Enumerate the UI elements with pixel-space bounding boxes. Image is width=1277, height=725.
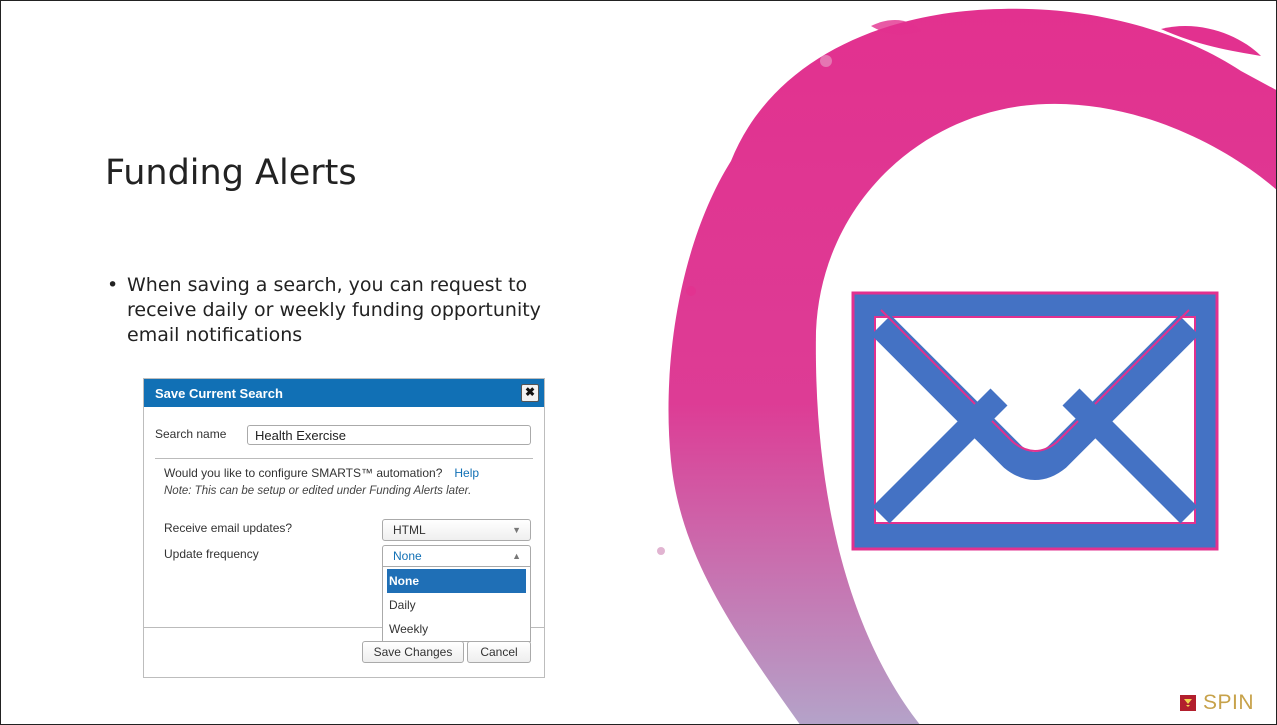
spin-logo: SPIN <box>1180 691 1254 715</box>
bullet-text: When saving a search, you can request to… <box>127 274 541 346</box>
help-link[interactable]: Help <box>454 466 479 480</box>
smarts-question: Would you like to configure SMARTS™ auto… <box>164 466 479 480</box>
email-updates-select[interactable]: HTML ▼ <box>382 519 531 541</box>
dialog-title: Save Current Search <box>155 385 283 401</box>
update-frequency-value: None <box>393 549 422 563</box>
chevron-up-icon: ▲ <box>512 551 521 561</box>
divider <box>155 458 533 459</box>
email-updates-label: Receive email updates? <box>164 521 293 535</box>
frequency-option-daily[interactable]: Daily <box>383 593 530 617</box>
close-icon[interactable]: ✖ <box>521 384 539 402</box>
bullet-dot: • <box>107 274 119 296</box>
decorative-graphic <box>657 8 1276 724</box>
email-updates-value: HTML <box>393 523 426 537</box>
chevron-down-icon: ▼ <box>512 525 521 535</box>
update-frequency-select[interactable]: None ▲ <box>382 545 531 567</box>
spin-logo-text: SPIN <box>1203 691 1255 714</box>
slide-frame: Funding Alerts • When saving a search, y… <box>0 0 1277 725</box>
update-frequency-label: Update frequency <box>164 547 259 561</box>
search-name-input[interactable]: Health Exercise <box>247 425 531 445</box>
smarts-question-text: Would you like to configure SMARTS™ auto… <box>164 466 443 480</box>
envelope-icon <box>851 291 1219 551</box>
frequency-dropdown: None Daily Weekly <box>382 567 531 642</box>
smarts-note: Note: This can be setup or edited under … <box>164 485 472 497</box>
frequency-option-weekly[interactable]: Weekly <box>383 617 530 641</box>
save-search-dialog: Save Current Search ✖ Search name Health… <box>143 378 545 678</box>
frequency-option-none[interactable]: None <box>387 569 526 593</box>
search-name-label: Search name <box>155 427 227 441</box>
bullet-item: • When saving a search, you can request … <box>107 273 597 348</box>
cancel-button[interactable]: Cancel <box>467 641 531 663</box>
save-changes-button[interactable]: Save Changes <box>362 641 464 663</box>
slide-title: Funding Alerts <box>105 153 357 193</box>
spin-logo-icon <box>1180 695 1196 711</box>
dialog-header: Save Current Search ✖ <box>144 379 544 407</box>
